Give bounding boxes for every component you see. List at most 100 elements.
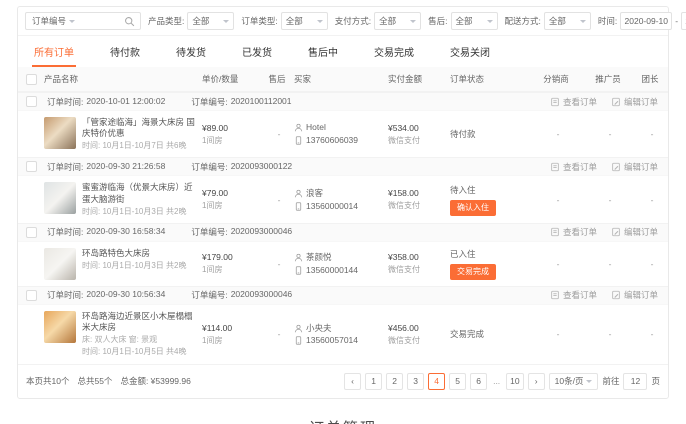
order-time: 订单时间:2020-09-30 21:26:58 (47, 161, 165, 173)
select-value: 全部 (549, 15, 566, 27)
page-button-10[interactable]: 10 (506, 373, 523, 390)
goto-unit: 页 (651, 375, 660, 387)
next-page-button[interactable]: › (528, 373, 545, 390)
aftersale-select[interactable]: 全部 (451, 12, 498, 30)
page-size-select[interactable]: 10条/页 (549, 373, 599, 390)
page-button-6[interactable]: 6 (470, 373, 487, 390)
order-checkbox[interactable] (26, 227, 37, 238)
product-type-select[interactable]: 全部 (187, 12, 234, 30)
order-checkbox[interactable] (26, 290, 37, 301)
product-dates: 时间: 10月1日-10月7日 共6晚 (82, 141, 202, 151)
view-order-link[interactable]: 查看订单 (550, 289, 597, 301)
tab-completed[interactable]: 交易完成 (372, 36, 416, 67)
buyer-phone: 13560000144 (306, 264, 358, 277)
view-order-link[interactable]: 查看订单 (550, 226, 597, 238)
date-from-input[interactable]: 2020-09-10 (620, 12, 672, 30)
order-checkbox[interactable] (26, 96, 37, 107)
col-buyer: 买家 (294, 73, 388, 85)
tab-pending-shipment[interactable]: 待发货 (174, 36, 208, 67)
view-order-link[interactable]: 查看订单 (550, 161, 597, 173)
view-order-link[interactable]: 查看订单 (550, 96, 597, 108)
view-order-icon (550, 97, 560, 107)
room-qty: 1间房 (202, 200, 264, 211)
filter-pay-method: 支付方式: 全部 (335, 12, 421, 30)
pagination: ‹ 1 2 3 4 5 6 ... 10 › 10条/页 前往 页 (344, 373, 660, 390)
chevron-down-icon (487, 20, 493, 26)
aftersale-value: - (264, 259, 294, 269)
aftersale-value: - (264, 329, 294, 339)
col-paid-amount: 实付金额 (388, 73, 450, 85)
phone-icon (294, 266, 303, 275)
person-icon (294, 123, 303, 132)
product-thumbnail (44, 182, 76, 214)
complete-transaction-button[interactable]: 交易完成 (450, 264, 496, 280)
chevron-down-icon (69, 20, 75, 26)
page-button-4-active[interactable]: 4 (428, 373, 445, 390)
aftersale-value: - (264, 129, 294, 139)
filter-product-type: 产品类型: 全部 (148, 12, 234, 30)
page-button-2[interactable]: 2 (386, 373, 403, 390)
order-checkbox[interactable] (26, 161, 37, 172)
paid-amount: ¥534.00 (388, 123, 450, 133)
confirm-checkin-button[interactable]: 确认入住 (450, 200, 496, 216)
group-leader-value: - (636, 259, 668, 269)
select-value: 全部 (456, 15, 473, 27)
unit-price: ¥114.00 (202, 323, 264, 333)
date-to-input[interactable]: 2020-09-25 (681, 12, 686, 30)
order-type-select[interactable]: 全部 (281, 12, 328, 30)
product-name: 「管家途临海」海景大床房 国庆特价优惠 (82, 117, 202, 139)
page-button-1[interactable]: 1 (365, 373, 382, 390)
chevron-down-icon (410, 20, 416, 26)
chevron-down-icon (580, 20, 586, 26)
search-icon[interactable] (119, 16, 140, 27)
edit-order-link[interactable]: 编辑订单 (611, 289, 658, 301)
buyer-name: Hotel (306, 121, 326, 134)
tab-aftersale[interactable]: 售后中 (306, 36, 340, 67)
tab-closed[interactable]: 交易关闭 (448, 36, 492, 67)
person-icon (294, 324, 303, 333)
view-order-icon (550, 162, 560, 172)
edit-order-icon (611, 290, 621, 300)
page-button-5[interactable]: 5 (449, 373, 466, 390)
buyer-name: 茶颜悦 (306, 251, 332, 264)
search-type-select[interactable]: 订单编号 (26, 13, 79, 29)
prev-page-button[interactable]: ‹ (344, 373, 361, 390)
edit-order-link[interactable]: 编辑订单 (611, 96, 658, 108)
order-row: 「管家途临海」海景大床房 国庆特价优惠 时间: 10月1日-10月7日 共6晚 … (18, 111, 668, 157)
tab-all-orders[interactable]: 所有订单 (32, 36, 76, 67)
buyer-phone: 13760606039 (306, 134, 358, 147)
table-footer: 本页共10个 总共55个 总金额: ¥53999.96 ‹ 1 2 3 4 5 … (18, 364, 668, 398)
filter-label: 配送方式: (505, 15, 541, 27)
delivery-select[interactable]: 全部 (544, 12, 591, 30)
goto-page-input[interactable] (623, 373, 647, 390)
buyer-name-row: 浪客 (294, 187, 388, 200)
buyer-name-row: 小央夫 (294, 322, 388, 335)
order-status-tabs: 所有订单 待付款 待发货 已发货 售后中 交易完成 交易关闭 (18, 36, 668, 67)
order-group-header: 订单时间:2020-09-30 21:26:58 订单编号:2020093000… (18, 157, 668, 176)
tab-shipped[interactable]: 已发货 (240, 36, 274, 67)
tab-pending-payment[interactable]: 待付款 (108, 36, 142, 67)
pay-method-select[interactable]: 全部 (374, 12, 421, 30)
order-number: 订单编号:2020093000046 (191, 289, 292, 301)
edit-order-link[interactable]: 编辑订单 (611, 161, 658, 173)
buyer-phone-row: 13560057014 (294, 334, 388, 347)
edit-order-label: 编辑订单 (624, 289, 658, 301)
distributor-value: - (532, 195, 584, 205)
page-button-3[interactable]: 3 (407, 373, 424, 390)
product-name: 蜜蜜游临海（优景大床房）近蛋大脑游街 (82, 182, 202, 204)
order-group: 订单时间:2020-09-30 21:26:58 订单编号:2020093000… (18, 157, 668, 222)
group-leader-value: - (636, 329, 668, 339)
room-qty: 1间房 (202, 264, 264, 275)
search-input[interactable] (79, 14, 119, 28)
select-all-checkbox[interactable] (26, 74, 37, 85)
buyer-phone: 13560000014 (306, 200, 358, 213)
view-order-label: 查看订单 (563, 161, 597, 173)
edit-order-link[interactable]: 编辑订单 (611, 226, 658, 238)
order-row: 蜜蜜游临海（优景大床房）近蛋大脑游街 时间: 10月1日-10月3日 共2晚 ¥… (18, 176, 668, 222)
order-status: 交易完成 (450, 328, 532, 340)
order-group: 订单时间:2020-09-30 16:58:34 订单编号:2020093000… (18, 223, 668, 286)
view-order-label: 查看订单 (563, 289, 597, 301)
order-group: 订单时间:2020-09-30 10:56:34 订单编号:2020093000… (18, 286, 668, 364)
view-order-label: 查看订单 (563, 226, 597, 238)
filter-label: 支付方式: (335, 15, 371, 27)
